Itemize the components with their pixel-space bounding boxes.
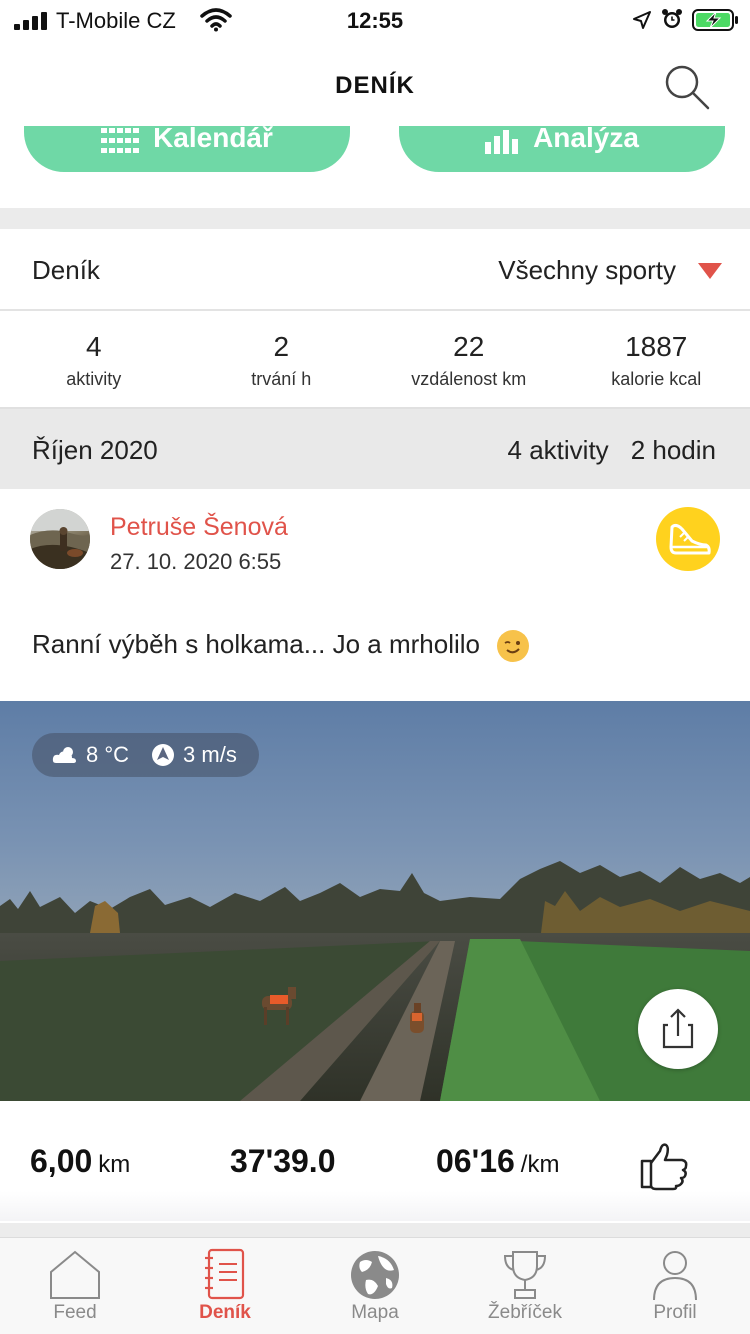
analysis-button-label: Analýza — [533, 126, 639, 153]
activity-photo[interactable]: 8 °C 3 m/s — [0, 701, 750, 1101]
pace-unit: /km — [520, 1151, 560, 1178]
month-summary: 4 aktivity 2 hodin — [508, 435, 716, 466]
tab-label: Deník — [199, 1302, 251, 1323]
tab-label: Profil — [653, 1302, 697, 1323]
running-shoe-icon — [656, 507, 720, 571]
stat-label: trvání h — [251, 369, 312, 389]
diary-label: Deník — [32, 255, 100, 285]
share-icon — [662, 1008, 694, 1049]
battery-charging-icon — [692, 9, 738, 31]
calendar-button[interactable]: Kalendář — [24, 126, 350, 172]
tab-profile[interactable]: Profil — [600, 1238, 750, 1334]
duration-value: 37'39.0 — [230, 1143, 336, 1179]
calendar-button-label: Kalendář — [153, 126, 273, 153]
stat-distance: 22 vzdálenost km — [375, 311, 563, 407]
duration-metric: 37'39.0 — [230, 1143, 335, 1180]
diary-filter-row: Deník Všechny sporty — [0, 229, 750, 311]
user-name-link[interactable]: Petruše Šenová — [110, 513, 288, 542]
person-icon — [653, 1251, 697, 1301]
wind-direction-icon — [152, 744, 175, 766]
month-activities: 4 aktivity — [507, 435, 609, 465]
temperature-value: 8 °C — [86, 742, 130, 767]
trophy-icon — [503, 1251, 547, 1299]
stat-value: 22 — [453, 331, 485, 362]
stat-activities: 4 aktivity — [0, 311, 188, 407]
post-date: 27. 10. 2020 6:55 — [110, 549, 282, 574]
activity-card[interactable]: Petruše Šenová 27. 10. 2020 6:55 Ranní v… — [0, 489, 750, 1233]
location-arrow-icon — [633, 11, 651, 29]
stat-value: 1887 — [625, 331, 688, 362]
tab-label: Mapa — [351, 1302, 399, 1323]
page-title: DENÍK — [335, 72, 415, 99]
pace-metric: 06'16/km — [436, 1143, 559, 1180]
cloud-sun-icon — [52, 747, 76, 763]
month-header: Říjen 2020 4 aktivity 2 hodin — [0, 407, 750, 489]
stat-label: aktivity — [66, 369, 122, 389]
sport-filter-value: Všechny sporty — [498, 255, 676, 285]
stat-label: kalorie kcal — [611, 369, 702, 389]
calendar-grid-icon — [101, 128, 140, 153]
activity-metrics: 6,00 km 37'39.0 06'16/km — [0, 1101, 750, 1221]
stat-label: vzdálenost km — [411, 369, 527, 389]
caret-down-icon — [698, 262, 722, 279]
stat-duration: 2 trvání h — [188, 311, 376, 407]
stat-calories: 1887 kalorie kcal — [563, 311, 750, 407]
weather-chip: 8 °C 3 m/s — [32, 733, 259, 777]
analysis-button[interactable]: Analýza — [399, 126, 725, 172]
stats-summary: 4 aktivity 2 trvání h 22 vzdálenost km 1… — [0, 311, 750, 407]
thumbs-up-icon[interactable] — [638, 1139, 690, 1191]
distance-value: 6,00 — [30, 1143, 93, 1179]
top-navigation-bar: DENÍK — [0, 42, 750, 126]
alarm-clock-icon — [662, 9, 682, 28]
month-hours: 2 hodin — [630, 435, 716, 465]
tab-label: Feed — [53, 1302, 97, 1323]
notebook-icon — [205, 1248, 245, 1300]
tab-label: Žebříček — [488, 1302, 562, 1323]
post-text: Ranní výběh s holkama... Jo a mrholilo — [32, 629, 530, 663]
search-icon[interactable] — [660, 60, 712, 112]
section-divider — [0, 208, 750, 229]
distance-unit: km — [98, 1151, 131, 1178]
bottom-tab-bar: Feed Deník Mapa Žebříček Profil — [0, 1237, 750, 1334]
wink-emoji-icon — [497, 630, 530, 663]
share-button[interactable] — [638, 989, 718, 1069]
quick-buttons-row: Kalendář Analýza — [0, 126, 750, 208]
home-icon — [50, 1250, 100, 1299]
bar-chart-icon — [485, 130, 519, 154]
sport-filter-dropdown[interactable]: Všechny sporty — [498, 255, 722, 286]
wind-value: 3 m/s — [183, 742, 237, 767]
stat-value: 2 — [273, 331, 290, 362]
tab-feed[interactable]: Feed — [0, 1238, 150, 1334]
stat-value: 4 — [85, 331, 102, 362]
distance-metric: 6,00 km — [30, 1143, 130, 1180]
pace-value: 06'16 — [436, 1143, 515, 1179]
status-bar: T-Mobile CZ 12:55 — [0, 0, 750, 42]
section-divider — [0, 1223, 750, 1237]
tab-diary[interactable]: Deník — [150, 1238, 300, 1334]
month-label: Říjen 2020 — [32, 435, 158, 465]
globe-icon — [351, 1251, 399, 1299]
avatar[interactable] — [30, 509, 90, 569]
tab-leaderboard[interactable]: Žebříček — [450, 1238, 600, 1334]
post-text-content: Ranní výběh s holkama... Jo a mrholilo — [32, 629, 480, 659]
tab-map[interactable]: Mapa — [300, 1238, 450, 1334]
